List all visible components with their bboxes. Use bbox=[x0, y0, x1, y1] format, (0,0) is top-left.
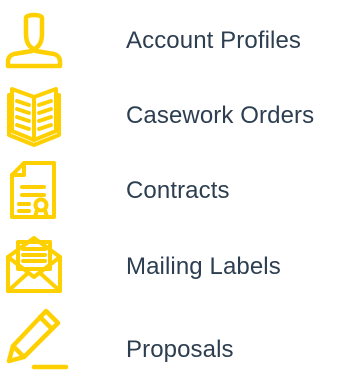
menu-list: Account Profiles Casework Orders Contrac… bbox=[0, 0, 351, 381]
open-envelope-letter-icon bbox=[4, 233, 64, 293]
pencil-icon bbox=[4, 305, 69, 370]
menu-item-mailing-labels[interactable]: Mailing Labels bbox=[0, 233, 351, 299]
user-profile-icon bbox=[4, 10, 64, 70]
menu-item-label: Contracts bbox=[126, 177, 230, 204]
contract-document-icon bbox=[4, 160, 64, 220]
menu-item-casework-orders[interactable]: Casework Orders bbox=[0, 85, 351, 151]
open-book-icon bbox=[4, 85, 64, 147]
menu-item-label: Casework Orders bbox=[126, 102, 315, 129]
menu-item-proposals[interactable]: Proposals bbox=[0, 305, 351, 371]
menu-item-contracts[interactable]: Contracts bbox=[0, 160, 351, 226]
menu-item-label: Account Profiles bbox=[126, 27, 302, 54]
menu-item-label: Proposals bbox=[126, 336, 234, 363]
menu-item-account-profiles[interactable]: Account Profiles bbox=[0, 10, 351, 76]
menu-item-label: Mailing Labels bbox=[126, 253, 281, 280]
